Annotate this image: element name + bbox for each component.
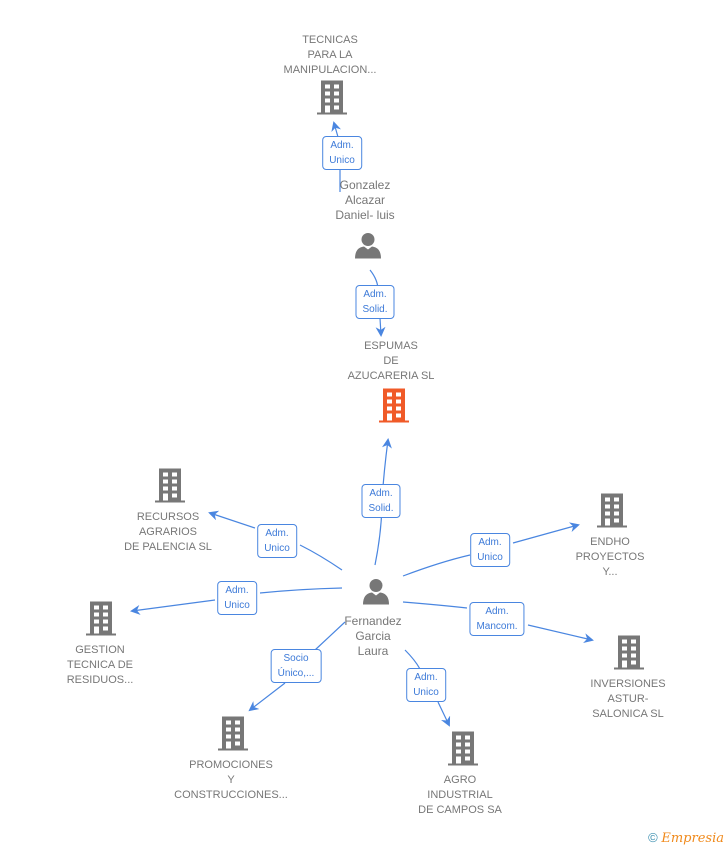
edge-label-line: Solid. [368,503,394,514]
label-line: TECNICAS [302,34,358,46]
label-line: MANIPULACION... [283,64,377,76]
label-line: Daniel- luis [335,208,395,222]
person-icon[interactable] [362,578,390,611]
edge-label-line: Adm. [478,537,502,548]
person-label-gonzalez[interactable]: Gonzalez Alcazar Daniel- luis [335,178,394,223]
edge-label-line: Adm. [369,488,393,499]
label-line: AGRARIOS [138,526,198,538]
label-line: Laura [357,644,389,658]
edge-label-line: Adm. [225,585,249,596]
label-line: Gonzalez [339,178,391,192]
edge-label-line: Único,... [277,668,315,679]
label-line: Fernandez [344,614,402,628]
label-line: AZUCARERIA SL [347,370,435,382]
company-label-promociones[interactable]: PROMOCIONES Y CONSTRUCCIONES... [174,758,288,803]
label-line: RESIDUOS... [66,674,134,686]
label-line: Y... [602,566,618,578]
building-icon[interactable] [316,80,348,121]
edge-label-fernandez-inversiones: Adm. Mancom. [469,602,525,636]
edge-label-line: Unico [413,687,439,698]
edge-label-line: Adm. [485,606,509,617]
company-label-gestion[interactable]: GESTION TECNICA DE RESIDUOS... [67,643,134,688]
footer-credit: © Empresia [648,830,724,846]
company-label-recursos[interactable]: RECURSOS AGRARIOS DE PALENCIA SL [124,510,212,555]
edge-label-fernandez-recursos: Adm. Unico [257,524,297,558]
edge-label-line: Mancom. [476,621,518,632]
edge-label-line: Unico [264,543,290,554]
building-icon[interactable] [613,635,645,676]
edge-label-gonzalez-tecnicas: Adm. Unico [322,136,362,170]
label-line: PROMOCIONES [189,759,273,771]
brand-logo[interactable]: Empresia [661,831,724,846]
label-line: INVERSIONES [590,678,666,690]
edge-label-gonzalez-espumas: Adm. Solid. [355,285,395,319]
building-icon[interactable] [217,716,249,757]
building-icon[interactable] [596,493,628,534]
label-line: Y [227,774,235,786]
person-icon[interactable] [354,232,382,265]
label-line: Garcia [355,629,391,643]
label-line: GESTION [75,644,125,656]
label-line: ASTUR- [607,693,649,705]
company-label-tecnicas[interactable]: TECNICAS PARA LA MANIPULACION... [284,33,377,78]
label-line: CONSTRUCCIONES... [174,789,288,801]
edge-label-fernandez-espumas: Adm. Solid. [361,484,401,518]
edge-label-line: Unico [477,552,503,563]
copyright-icon: © [648,830,658,845]
edge-label-line: Unico [224,600,250,611]
edge-label-line: Socio [283,653,309,664]
label-line: DE PALENCIA SL [124,541,212,553]
company-label-agro[interactable]: AGRO INDUSTRIAL DE CAMPOS SA [418,773,502,818]
label-line: RECURSOS [136,511,200,523]
label-line: TECNICA DE [66,659,133,671]
person-label-fernandez[interactable]: Fernandez Garcia Laura [344,614,401,659]
label-line: DE CAMPOS SA [418,804,502,816]
label-line: ESPUMAS [364,340,418,352]
company-label-endho[interactable]: ENDHO PROYECTOS Y... [576,535,645,580]
label-line: PARA LA [307,49,353,61]
label-line: ENDHO [590,536,630,548]
edge-label-line: Adm. [330,140,354,151]
edge-label-fernandez-agro: Adm. Unico [406,668,446,702]
edge-label-line: Unico [329,155,355,166]
company-label-inversiones[interactable]: INVERSIONES ASTUR- SALONICA SL [590,677,665,722]
edge-label-line: Solid. [362,304,388,315]
label-line: AGRO [443,774,477,786]
edge-label-fernandez-promociones: Socio Único,... [270,649,322,683]
label-line: PROYECTOS [575,551,645,563]
label-line: INDUSTRIAL [427,789,493,801]
building-icon[interactable] [154,468,186,509]
company-label-espumas[interactable]: ESPUMAS DE AZUCARERIA SL [348,339,435,384]
edge-label-fernandez-gestion: Adm. Unico [217,581,257,615]
label-line: SALONICA SL [592,708,664,720]
building-icon[interactable] [85,601,117,642]
edge-label-line: Adm. [265,528,289,539]
edge-label-fernandez-endho: Adm. Unico [470,533,510,567]
edge-lines [0,0,728,850]
edge-label-line: Adm. [414,672,438,683]
label-line: Alcazar [344,193,386,207]
label-line: DE [383,355,399,367]
building-icon-focus[interactable] [378,388,410,429]
building-icon[interactable] [447,731,479,772]
edge-label-line: Adm. [363,289,387,300]
